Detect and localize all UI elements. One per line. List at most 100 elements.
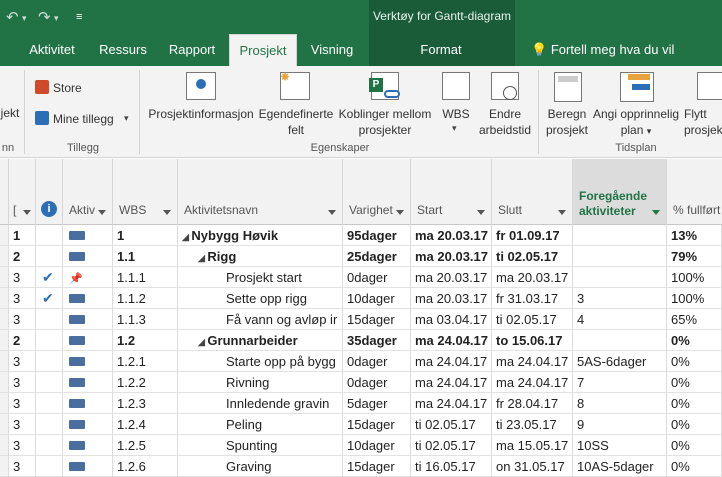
filter-arrow-icon[interactable]: [558, 210, 566, 215]
percent-complete-cell[interactable]: 0%: [667, 351, 722, 372]
table-row[interactable]: 3 1.2.6 Graving 15dager ti 16.05.17 on 31.05.…: [0, 456, 722, 477]
percent-complete-cell[interactable]: 0%: [667, 393, 722, 414]
wbs-cell[interactable]: 1.2.3: [113, 393, 178, 414]
info-cell[interactable]: [36, 309, 63, 330]
duration-cell[interactable]: 15dager: [343, 456, 411, 477]
custom-fields-button[interactable]: Egendefinerte felt: [257, 106, 335, 138]
mode-cell[interactable]: [63, 456, 113, 477]
column-header-wbs[interactable]: WBS: [113, 159, 178, 225]
mode-cell[interactable]: [63, 393, 113, 414]
duration-cell[interactable]: 10dager: [343, 288, 411, 309]
tab-format[interactable]: Format: [405, 34, 477, 66]
tab-rapport[interactable]: Rapport: [162, 34, 222, 66]
table-row[interactable]: 3 1.2.4 Peling 15dager ti 02.05.17 ti 23.05.1…: [0, 414, 722, 435]
partial-left-button[interactable]: jekt: [0, 105, 20, 121]
predecessors-cell[interactable]: 5AS-6dager: [573, 351, 667, 372]
table-row[interactable]: 3 1.2.5 Spunting 10dager ti 02.05.17 ma 15.05…: [0, 435, 722, 456]
column-header-indicator[interactable]: [: [9, 159, 36, 225]
indicator-cell[interactable]: 3: [9, 435, 36, 456]
predecessors-cell[interactable]: 7: [573, 372, 667, 393]
project-info-button[interactable]: Prosjektinformasjon: [146, 106, 256, 122]
task-name-cell[interactable]: Spunting: [178, 435, 343, 456]
wbs-cell[interactable]: 1.1.1: [113, 267, 178, 288]
redo-dropdown-icon[interactable]: ▾: [54, 13, 59, 24]
start-cell[interactable]: ti 02.05.17: [411, 435, 492, 456]
finish-cell[interactable]: to 15.06.17: [492, 330, 573, 351]
task-name-cell[interactable]: Prosjekt start: [178, 267, 343, 288]
column-header-duration[interactable]: Varighet: [343, 159, 411, 225]
predecessors-cell[interactable]: 4: [573, 309, 667, 330]
wbs-cell[interactable]: 1.2: [113, 330, 178, 351]
mode-cell[interactable]: 📌: [63, 267, 113, 288]
my-addins-button[interactable]: Mine tillegg: [53, 111, 114, 127]
wbs-dropdown-icon[interactable]: ▾: [452, 123, 457, 134]
mode-cell[interactable]: [63, 225, 113, 246]
wbs-cell[interactable]: 1.2.1: [113, 351, 178, 372]
predecessors-cell[interactable]: 8: [573, 393, 667, 414]
duration-cell[interactable]: 15dager: [343, 414, 411, 435]
predecessors-cell[interactable]: [573, 225, 667, 246]
undo-icon[interactable]: ↶: [6, 8, 19, 26]
tell-me-box[interactable]: 💡 Fortell meg hva du vil gjøre: [531, 34, 693, 89]
task-name-cell[interactable]: ◢ Nybygg Høvik: [178, 225, 343, 246]
info-cell[interactable]: [36, 225, 63, 246]
filter-arrow-icon[interactable]: [328, 210, 336, 215]
filter-arrow-icon[interactable]: [98, 210, 106, 215]
move-project-button[interactable]: Flytt prosjek: [684, 106, 722, 138]
finish-cell[interactable]: ma 20.03.17: [492, 267, 573, 288]
start-cell[interactable]: ma 20.03.17: [411, 267, 492, 288]
wbs-cell[interactable]: 1.2.6: [113, 456, 178, 477]
percent-complete-cell[interactable]: 0%: [667, 414, 722, 435]
info-cell[interactable]: [36, 372, 63, 393]
predecessors-cell[interactable]: 3: [573, 288, 667, 309]
filter-arrow-icon[interactable]: [396, 210, 404, 215]
duration-cell[interactable]: 25dager: [343, 246, 411, 267]
table-row[interactable]: 3 1.2.3 Innledende gravin 5dager ma 24.04.17…: [0, 393, 722, 414]
task-name-cell[interactable]: ◢ Grunnarbeider: [178, 330, 343, 351]
indicator-cell[interactable]: 3: [9, 267, 36, 288]
collapse-triangle-icon[interactable]: ◢: [182, 232, 191, 242]
duration-cell[interactable]: 15dager: [343, 309, 411, 330]
wbs-button[interactable]: WBS: [436, 106, 476, 122]
indicator-cell[interactable]: 2: [9, 246, 36, 267]
percent-complete-cell[interactable]: 13%: [667, 225, 722, 246]
my-addins-dropdown-icon[interactable]: ▾: [124, 113, 129, 124]
task-name-cell[interactable]: Starte opp på bygg: [178, 351, 343, 372]
wbs-cell[interactable]: 1.1.3: [113, 309, 178, 330]
finish-cell[interactable]: fr 31.03.17: [492, 288, 573, 309]
indicator-cell[interactable]: 2: [9, 330, 36, 351]
wbs-cell[interactable]: 1.2.4: [113, 414, 178, 435]
info-cell[interactable]: ✔: [36, 267, 63, 288]
predecessors-cell[interactable]: [573, 246, 667, 267]
predecessors-cell[interactable]: 10SS: [573, 435, 667, 456]
table-row[interactable]: 3 ✔ 1.1.2 Sette opp rigg 10dager ma 20.03.17 f…: [0, 288, 722, 309]
duration-cell[interactable]: 35dager: [343, 330, 411, 351]
finish-cell[interactable]: ti 23.05.17: [492, 414, 573, 435]
percent-complete-cell[interactable]: 0%: [667, 330, 722, 351]
start-cell[interactable]: ma 24.04.17: [411, 393, 492, 414]
start-cell[interactable]: ma 20.03.17: [411, 225, 492, 246]
duration-cell[interactable]: 95dager: [343, 225, 411, 246]
duration-cell[interactable]: 0dager: [343, 267, 411, 288]
info-cell[interactable]: ✔: [36, 288, 63, 309]
wbs-cell[interactable]: 1.1: [113, 246, 178, 267]
table-row[interactable]: 1 1 ◢ Nybygg Høvik 95dager ma 20.03.17 fr 01.…: [0, 225, 722, 246]
table-row[interactable]: 2 1.1 ◢ Rigg 25dager ma 20.03.17 ti 02.05.17 7…: [0, 246, 722, 267]
store-button[interactable]: Store: [53, 80, 82, 96]
tab-visning[interactable]: Visning: [304, 34, 360, 66]
percent-complete-cell[interactable]: 100%: [667, 267, 722, 288]
duration-cell[interactable]: 0dager: [343, 351, 411, 372]
start-cell[interactable]: ma 24.04.17: [411, 351, 492, 372]
filter-arrow-icon[interactable]: [652, 210, 660, 215]
column-header-percent[interactable]: % fullført: [667, 159, 722, 225]
wbs-cell[interactable]: 1.2.5: [113, 435, 178, 456]
finish-cell[interactable]: fr 28.04.17: [492, 393, 573, 414]
percent-complete-cell[interactable]: 0%: [667, 435, 722, 456]
mode-cell[interactable]: [63, 246, 113, 267]
column-header-finish[interactable]: Slutt: [492, 159, 573, 225]
filter-arrow-icon[interactable]: [163, 210, 171, 215]
table-row[interactable]: 3 ✔ 📌 1.1.1 Prosjekt start 0dager ma 20.03.17 m…: [0, 267, 722, 288]
percent-complete-cell[interactable]: 100%: [667, 288, 722, 309]
predecessors-cell[interactable]: [573, 267, 667, 288]
percent-complete-cell[interactable]: 0%: [667, 456, 722, 477]
